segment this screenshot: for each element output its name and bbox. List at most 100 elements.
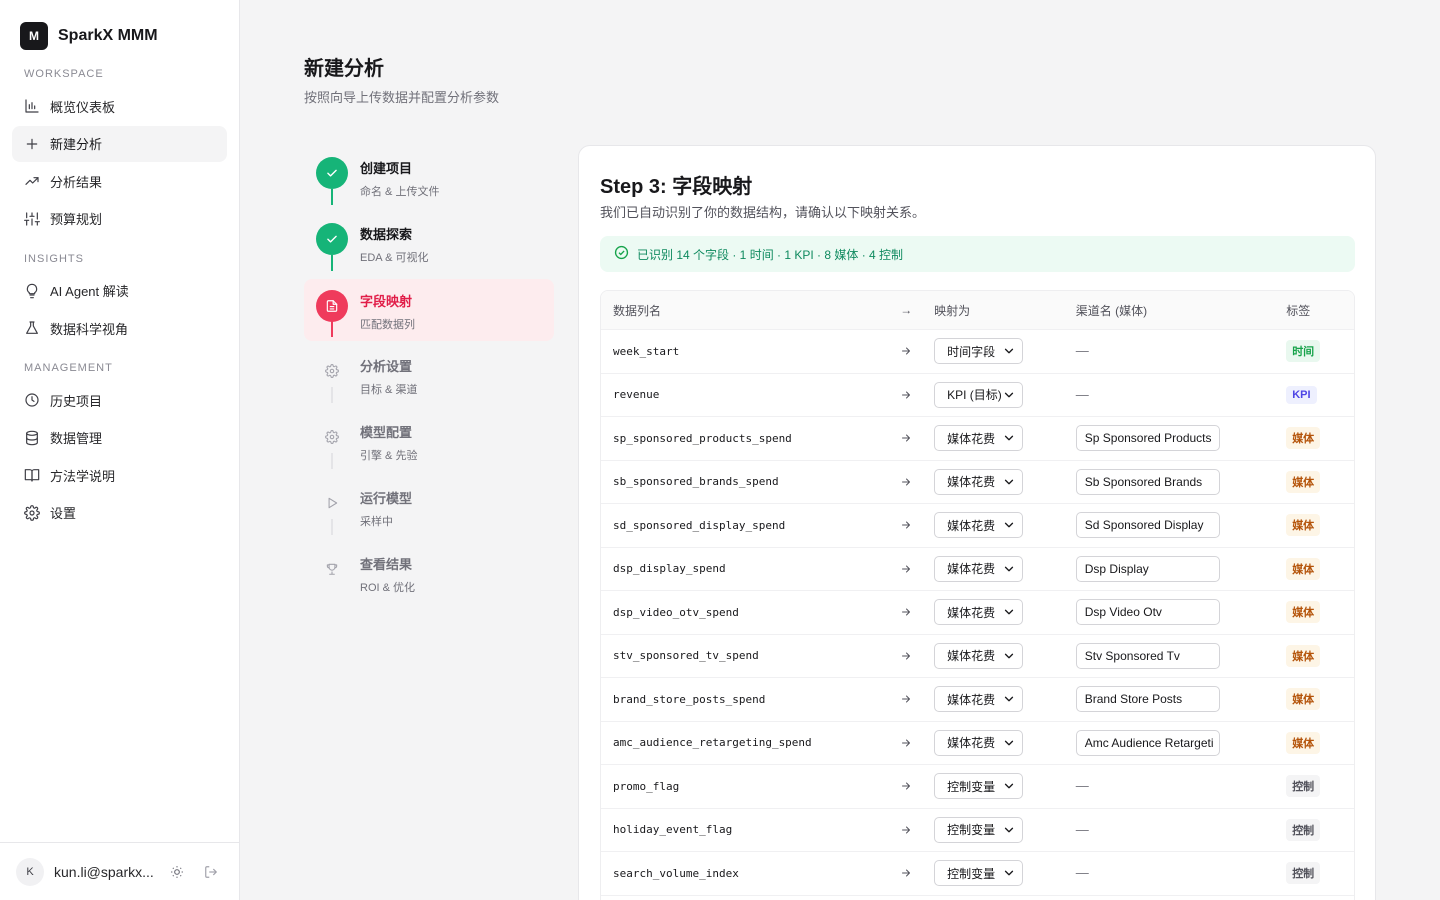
card-subtitle: 我们已自动识别了你的数据结构，请确认以下映射关系。 [600, 205, 926, 220]
chevron-down-icon [1002, 866, 1016, 880]
map-type-select[interactable]: 媒体花费 [934, 512, 1024, 539]
channel-name-input[interactable]: Stv Sponsored Tv [1075, 642, 1220, 669]
map-type-select[interactable]: 时间字段 [934, 338, 1024, 365]
sidebar-nav: WORKSPACE 概览仪表板 新建分析 分析结果 预算规划 INSIGHTS AI Age… [0, 68, 239, 531]
step-current-file-icon [316, 290, 348, 322]
data-column-name: sd_sponsored_display_spend [613, 518, 786, 532]
wizard-steps: 创建项目 命名 & 上传文件 数据探索 EDA & 可视化 字段映射 匹配数据列 分析设置目… [304, 145, 554, 607]
map-type-select[interactable]: 控制变量 [934, 773, 1024, 800]
map-type-select[interactable]: 媒体花费 [934, 468, 1024, 495]
select-value: 控制变量 [947, 779, 996, 794]
select-value: 时间字段 [947, 344, 996, 359]
wizard-step-4[interactable]: 分析设置 目标 & 渠道 [304, 343, 554, 409]
section-label-workspace: WORKSPACE [24, 68, 104, 80]
step-connector [331, 255, 333, 271]
table-row: 控制变量—控制 [601, 894, 1354, 900]
sidebar-item-1-workspace[interactable]: 新建分析 [12, 125, 227, 162]
sidebar-item-0-workspace[interactable]: 概览仪表板 [12, 88, 227, 124]
sidebar-item-label: 历史项目 [50, 393, 103, 409]
brand[interactable]: M SparkX MMM [0, 0, 239, 52]
wizard-step-6[interactable]: 运行模型 采样中 [304, 475, 554, 541]
tag-badge: 媒体 [1286, 731, 1321, 754]
map-type-select[interactable]: 媒体花费 [934, 642, 1024, 669]
select-value: 媒体花费 [947, 518, 996, 533]
logout-icon[interactable] [199, 860, 223, 884]
table-row: stv_sponsored_tv_spend 媒体花费 Stv Sponsored … [601, 633, 1354, 678]
sidebar-item-1-management[interactable]: 数据管理 [12, 420, 227, 456]
map-type-select[interactable]: 媒体花费 [934, 686, 1024, 713]
sidebar-item-0-insights[interactable]: AI Agent 解读 [12, 273, 227, 309]
arrow-right-icon [878, 693, 934, 705]
detection-alert: 已识别 14 个字段 · 1 时间 · 1 KPI · 8 媒体 · 4 控制 [600, 236, 1355, 272]
table-header: 数据列名 → 映射为 渠道名 (媒体) 标签 [601, 291, 1354, 329]
wizard-step-1[interactable]: 创建项目 命名 & 上传文件 [304, 145, 554, 211]
card-title: Step 3: 字段映射 [600, 176, 753, 198]
tag-badge: 媒体 [1286, 644, 1321, 667]
step-desc: 匹配数据列 [360, 319, 415, 331]
channel-name-input[interactable]: Dsp Video Otv [1075, 599, 1220, 626]
channel-name-input[interactable]: Brand Store Posts [1075, 686, 1220, 713]
channel-name-input[interactable]: Dsp Display [1075, 555, 1220, 582]
map-type-select[interactable]: 媒体花费 [934, 599, 1024, 626]
channel-empty: — [1075, 343, 1089, 359]
step-title: 数据探索 [360, 227, 413, 242]
header-column-name: 数据列名 [613, 303, 662, 318]
table-row: sd_sponsored_display_spend 媒体花费 Sd Sponsor… [601, 503, 1354, 547]
channel-name-input[interactable]: Sp Sponsored Products [1075, 425, 1220, 452]
sidebar-item-0-management[interactable]: 历史项目 [12, 382, 227, 418]
map-type-select[interactable]: 控制变量 [934, 816, 1024, 843]
table-row: promo_flag 控制变量 — 控制 [601, 764, 1354, 808]
map-type-select[interactable]: 媒体花费 [934, 729, 1024, 756]
select-value: 控制变量 [947, 866, 996, 881]
data-column-name: amc_audience_retargeting_spend [613, 736, 812, 750]
map-type-select[interactable]: 媒体花费 [934, 425, 1024, 452]
table-row: week_start 时间字段 — 时间 [601, 329, 1354, 373]
select-value: 控制变量 [947, 823, 996, 838]
step-title: 模型配置 [360, 425, 413, 440]
sidebar-item-3-workspace[interactable]: 预算规划 [12, 201, 227, 237]
field-mapping-card: Step 3: 字段映射 我们已自动识别了你的数据结构，请确认以下映射关系。 已… [578, 145, 1376, 900]
arrow-right-icon [878, 737, 934, 749]
map-type-select[interactable]: 媒体花费 [934, 555, 1024, 582]
wizard-step-7[interactable]: 查看结果 ROI & 优化 [304, 541, 554, 607]
channel-name-input[interactable]: Sd Sponsored Display [1075, 512, 1220, 539]
sidebar-item-3-management[interactable]: 设置 [12, 495, 227, 531]
tag-badge: 媒体 [1286, 514, 1321, 537]
table-row: search_volume_index 控制变量 — 控制 [601, 851, 1354, 895]
chevron-down-icon [1002, 692, 1016, 706]
flask-icon [24, 320, 40, 336]
sidebar-item-1-insights[interactable]: 数据科学视角 [12, 310, 227, 346]
arrow-right-icon [878, 519, 934, 531]
header-tag: 标签 [1286, 303, 1311, 318]
table-row: revenue KPI (目标) — KPI [601, 372, 1354, 417]
sidebar-item-label: 分析结果 [50, 174, 103, 190]
channel-name-input[interactable]: Amc Audience Retargeti [1075, 729, 1220, 756]
arrow-right-icon [878, 389, 934, 401]
tag-badge: 媒体 [1286, 470, 1321, 493]
sidebar-item-2-workspace[interactable]: 分析结果 [12, 163, 227, 199]
avatar[interactable]: K [16, 857, 44, 886]
table-row: dsp_video_otv_spend 媒体花费 Dsp Video Otv 媒体 [601, 590, 1354, 634]
step-desc: 命名 & 上传文件 [360, 186, 440, 198]
tag-badge: 控制 [1286, 775, 1321, 798]
select-value: 媒体花费 [947, 431, 996, 446]
chevron-down-icon [1002, 431, 1016, 445]
wizard-step-3[interactable]: 字段映射 匹配数据列 [304, 279, 554, 341]
data-column-name: sb_sponsored_brands_spend [613, 475, 779, 489]
user-email[interactable]: kun.li@sparkx... [54, 864, 155, 880]
map-type-select[interactable]: KPI (目标) [934, 381, 1024, 408]
channel-name-input[interactable]: Sb Sponsored Brands [1075, 468, 1220, 495]
map-type-select[interactable]: 控制变量 [934, 860, 1024, 887]
chevron-down-icon [1002, 823, 1016, 837]
table-row: brand_store_posts_spend 媒体花费 Brand Store P… [601, 677, 1354, 721]
wizard-step-5[interactable]: 模型配置引擎 & 先验 [304, 409, 554, 475]
step-gear-icon [316, 421, 348, 453]
bar-chart-icon [24, 98, 40, 114]
select-value: KPI (目标) [947, 388, 1002, 403]
step-desc: 引擎 & 先验 [360, 450, 418, 462]
sidebar-item-label: 概览仪表板 [50, 99, 116, 115]
select-value: 媒体花费 [947, 475, 996, 490]
theme-toggle-icon[interactable] [165, 860, 189, 884]
wizard-step-2[interactable]: 数据探索 EDA & 可视化 [304, 211, 554, 277]
sidebar-item-2-management[interactable]: 方法学说明 [12, 457, 227, 493]
